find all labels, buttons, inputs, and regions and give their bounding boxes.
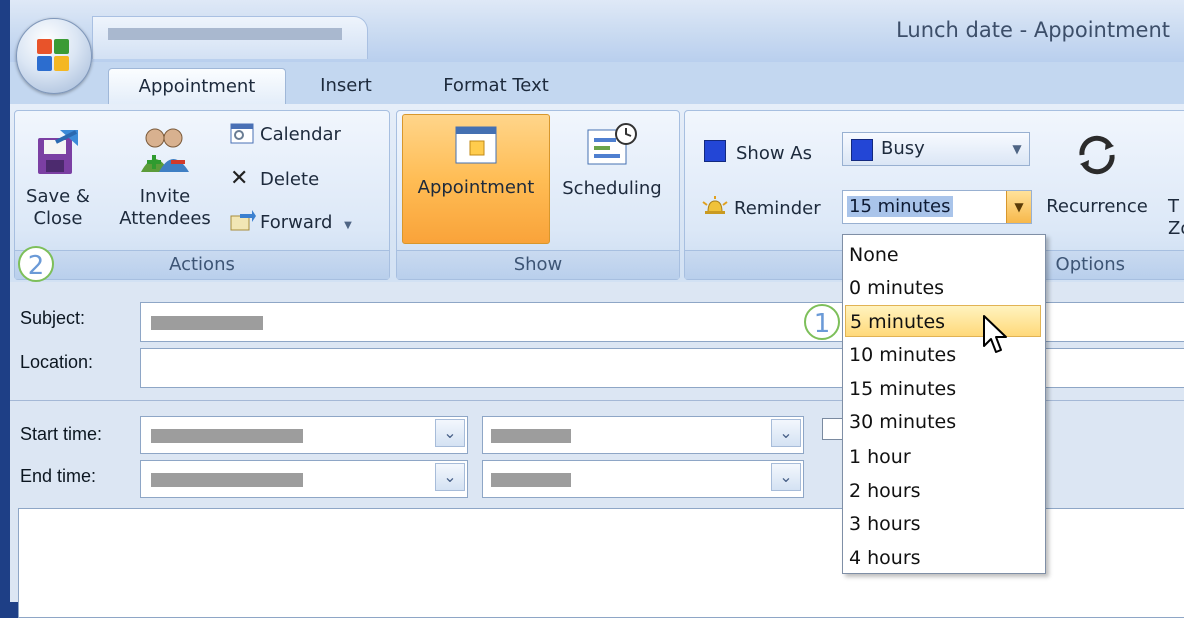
reminder-option[interactable]: None <box>849 239 1039 271</box>
reminder-option[interactable]: 10 minutes <box>849 339 1039 371</box>
appointment-view-button[interactable]: Appointment <box>402 114 550 244</box>
invite-attendees-button[interactable]: Invite Attendees <box>112 122 218 242</box>
location-label: Location: <box>20 352 94 372</box>
start-time-dropdown-icon[interactable]: ⌄ <box>771 419 801 447</box>
start-date-redacted <box>151 429 303 443</box>
delete-button[interactable]: ✕ Delete <box>230 166 319 191</box>
reminder-bell-icon <box>702 196 728 214</box>
reminder-label-row: Reminder <box>702 196 821 219</box>
end-time-label: End time: <box>20 466 97 486</box>
end-date-redacted <box>151 473 303 487</box>
reminder-option[interactable]: 4 hours <box>849 542 1039 574</box>
end-time-dropdown-icon[interactable]: ⌄ <box>771 463 801 491</box>
subject-label: Subject: <box>20 308 86 328</box>
recurrence-icon <box>1079 135 1115 175</box>
invite-attendees-label-1: Invite <box>139 186 191 207</box>
calendar-icon <box>230 123 254 144</box>
forward-button[interactable]: Forward ▼ <box>230 210 352 233</box>
scheduling-view-button[interactable]: Scheduling <box>552 114 672 242</box>
time-zones-button[interactable]: T Zo <box>1168 122 1184 242</box>
tab-appointment[interactable]: Appointment <box>108 68 286 105</box>
start-time-redacted <box>491 429 571 443</box>
calendar-button[interactable]: Calendar <box>230 122 341 145</box>
reminder-dropdown-list: None 0 minutes 5 minutes 10 minutes 15 m… <box>842 234 1046 574</box>
reminder-option[interactable]: 3 hours <box>849 508 1039 540</box>
reminder-option[interactable]: 30 minutes <box>849 406 1039 438</box>
forward-label: Forward <box>260 212 333 233</box>
show-as-label-row: Show As <box>704 140 812 164</box>
time-zones-label-1: T <box>1168 196 1179 217</box>
start-time-picker[interactable]: ⌄ <box>482 416 804 454</box>
reminder-label: Reminder <box>734 198 821 219</box>
show-as-dropdown-icon[interactable]: ▼ <box>1005 133 1029 165</box>
scheduling-icon <box>587 123 637 165</box>
end-date-picker[interactable]: ⌄ <box>140 460 468 498</box>
delete-label: Delete <box>260 169 320 190</box>
delete-icon: ✕ <box>230 166 249 191</box>
mouse-cursor-icon <box>983 315 1007 353</box>
callout-1: 1 <box>804 304 840 340</box>
calendar-label: Calendar <box>260 124 341 145</box>
end-time-picker[interactable]: ⌄ <box>482 460 804 498</box>
end-date-dropdown-icon[interactable]: ⌄ <box>435 463 465 491</box>
show-as-color-icon <box>704 140 726 162</box>
office-button-icon <box>37 39 69 71</box>
show-as-value: Busy <box>881 138 925 159</box>
office-button[interactable] <box>16 18 92 94</box>
reminder-option[interactable]: 15 minutes <box>849 373 1039 405</box>
show-group-label: Show <box>397 250 679 279</box>
forward-icon <box>230 210 256 231</box>
save-close-button[interactable]: Save & Close <box>22 122 94 242</box>
save-close-icon <box>38 130 78 174</box>
reminder-option[interactable]: 0 minutes <box>849 272 1039 304</box>
reminder-option-highlighted[interactable]: 5 minutes <box>845 305 1041 337</box>
show-as-combo[interactable]: Busy ▼ <box>842 132 1030 166</box>
reminder-dropdown-icon[interactable]: ▼ <box>1006 191 1031 223</box>
start-date-picker[interactable]: ⌄ <box>140 416 468 454</box>
show-as-label: Show As <box>736 143 812 164</box>
forward-dropdown-arrow-icon[interactable]: ▼ <box>344 220 352 231</box>
reminder-value[interactable]: 15 minutes <box>847 196 953 217</box>
start-time-label: Start time: <box>20 424 103 444</box>
scheduling-view-label: Scheduling <box>562 178 662 199</box>
reminder-option[interactable]: 1 hour <box>849 441 1039 473</box>
busy-color-icon <box>851 139 873 161</box>
recurrence-label: Recurrence <box>1046 196 1148 217</box>
start-date-dropdown-icon[interactable]: ⌄ <box>435 419 465 447</box>
save-close-label-2: Close <box>33 208 83 229</box>
invite-attendees-label-2: Attendees <box>119 208 211 229</box>
end-time-redacted <box>491 473 571 487</box>
reminder-option[interactable]: 2 hours <box>849 475 1039 507</box>
time-zones-label-2: Zo <box>1168 218 1184 239</box>
window-title: Lunch date - Appointment <box>896 18 1170 42</box>
all-day-checkbox[interactable] <box>822 418 844 440</box>
appointment-view-label: Appointment <box>417 177 535 198</box>
recurrence-button[interactable]: Recurrence <box>1038 122 1156 242</box>
callout-2: 2 <box>18 246 54 282</box>
quick-access-toolbar-redacted <box>108 28 342 40</box>
tab-insert[interactable]: Insert <box>300 68 392 104</box>
save-close-label-1: Save & <box>26 186 90 207</box>
actions-group-label: Actions <box>15 250 389 279</box>
tab-format-text[interactable]: Format Text <box>420 68 572 104</box>
reminder-combo[interactable]: 15 minutes ▼ <box>842 190 1032 224</box>
invite-attendees-icon <box>141 128 189 172</box>
subject-redacted <box>151 316 263 330</box>
appointment-icon <box>455 126 497 164</box>
